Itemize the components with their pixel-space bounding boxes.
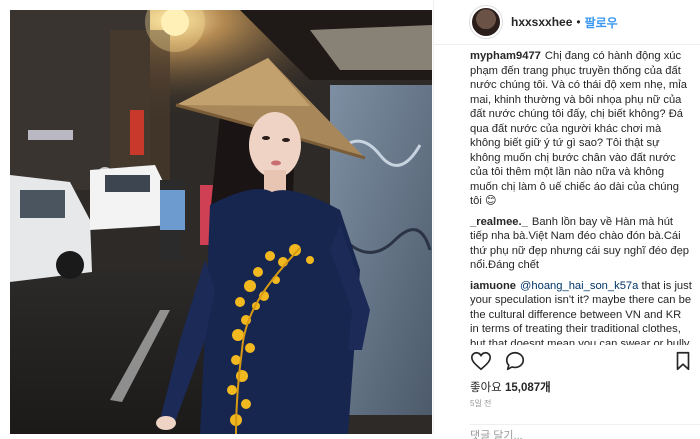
comment-item: _realmee._ Banh lồn bay về Hàn mà hút tiế… <box>470 215 696 273</box>
comment-icon[interactable] <box>504 350 526 372</box>
comment-mention[interactable]: @hoang_hai_son_k57a <box>520 280 638 292</box>
username[interactable]: hxxsxxhee <box>511 15 572 29</box>
likes-label: 좋아요 <box>470 382 502 394</box>
comment-item: iamuone @hoang_hai_son_k57a that is just … <box>470 279 696 346</box>
post-sidebar: hxxsxxhee • 팔로우 mypham9477 Chị đang có hà… <box>433 0 700 439</box>
add-comment-input[interactable]: 댓글 달기... <box>470 424 700 439</box>
comments-list[interactable]: mypham9477 Chị đang có hành động xúc phạm… <box>434 49 696 345</box>
comment-author[interactable]: iamuone <box>470 280 516 292</box>
follow-button[interactable]: 팔로우 <box>585 14 618 31</box>
comment-author[interactable]: _realmee._ <box>470 216 528 228</box>
header-separator: • <box>576 15 581 29</box>
avatar[interactable] <box>470 6 502 38</box>
post-photo[interactable] <box>10 10 432 434</box>
comment-text: Chị đang có hành động xúc phạm đến trang… <box>470 50 687 207</box>
comment-item: mypham9477 Chị đang có hành động xúc phạm… <box>470 49 696 209</box>
instagram-post-page: hxxsxxhee • 팔로우 mypham9477 Chị đang có hà… <box>0 0 700 439</box>
likes-count[interactable]: 좋아요 15,087개 <box>470 379 551 395</box>
bookmark-icon[interactable] <box>672 350 694 372</box>
likes-number: 15,087개 <box>504 382 551 394</box>
post-actions <box>470 350 696 376</box>
post-photo-illustration <box>10 10 432 434</box>
post-header: hxxsxxhee • 팔로우 <box>434 0 700 45</box>
comment-author[interactable]: mypham9477 <box>470 50 541 62</box>
heart-icon[interactable] <box>470 350 492 372</box>
post-timestamp: 5일 전 <box>470 399 492 408</box>
